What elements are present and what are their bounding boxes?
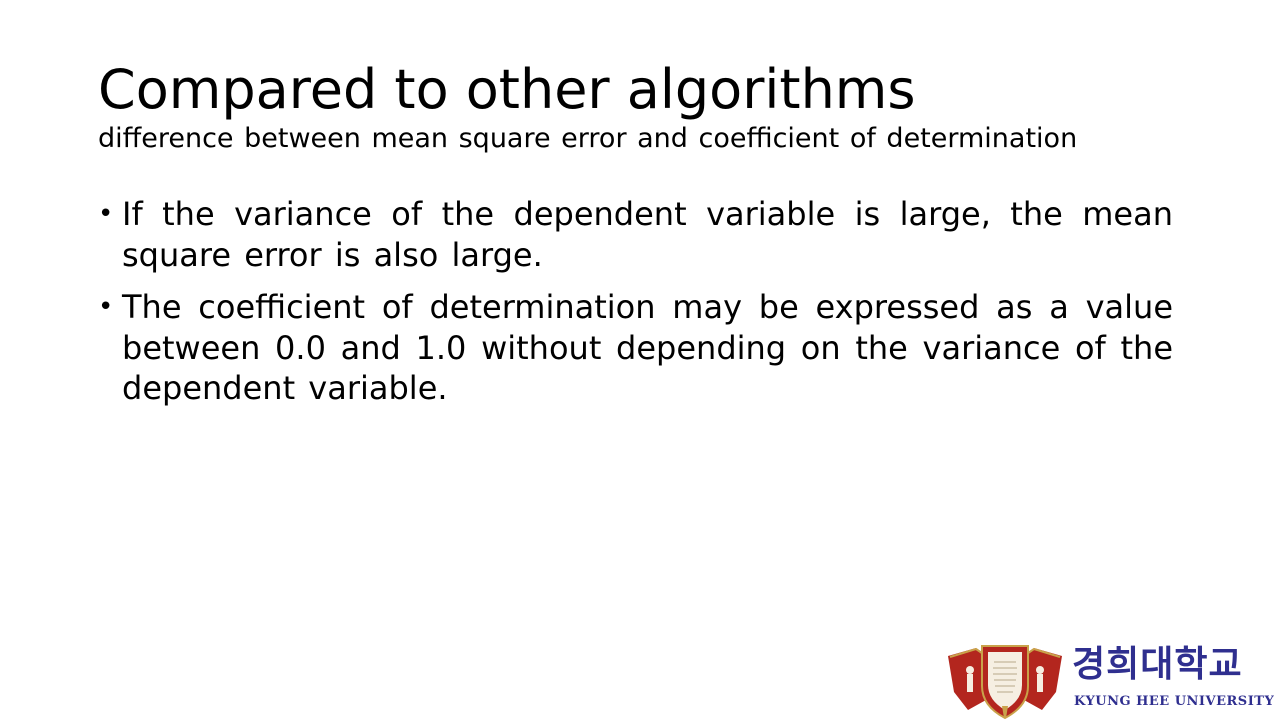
bullet-marker: • bbox=[98, 292, 114, 322]
university-name-english: KYUNG HEE UNIVERSITY bbox=[1074, 694, 1275, 709]
bullet-list: • If the variance of the dependent varia… bbox=[98, 194, 1173, 421]
slide: Compared to other algorithms difference … bbox=[0, 0, 1280, 720]
bullet-item: • The coefficient of determination may b… bbox=[98, 287, 1173, 409]
university-name-korean: 경희대학교 bbox=[1072, 644, 1243, 685]
bullet-item: • If the variance of the dependent varia… bbox=[98, 194, 1173, 275]
bullet-text: The coefficient of determination may be … bbox=[122, 288, 1173, 407]
slide-title: Compared to other algorithms bbox=[98, 58, 916, 121]
bullet-text: If the variance of the dependent variabl… bbox=[122, 195, 1173, 274]
university-seal-icon bbox=[948, 645, 1062, 720]
slide-subtitle: difference between mean square error and… bbox=[98, 123, 1078, 154]
university-logo: 경희대학교 KYUNG HEE UNIVERSITY bbox=[946, 640, 1274, 720]
bullet-marker: • bbox=[98, 199, 114, 229]
